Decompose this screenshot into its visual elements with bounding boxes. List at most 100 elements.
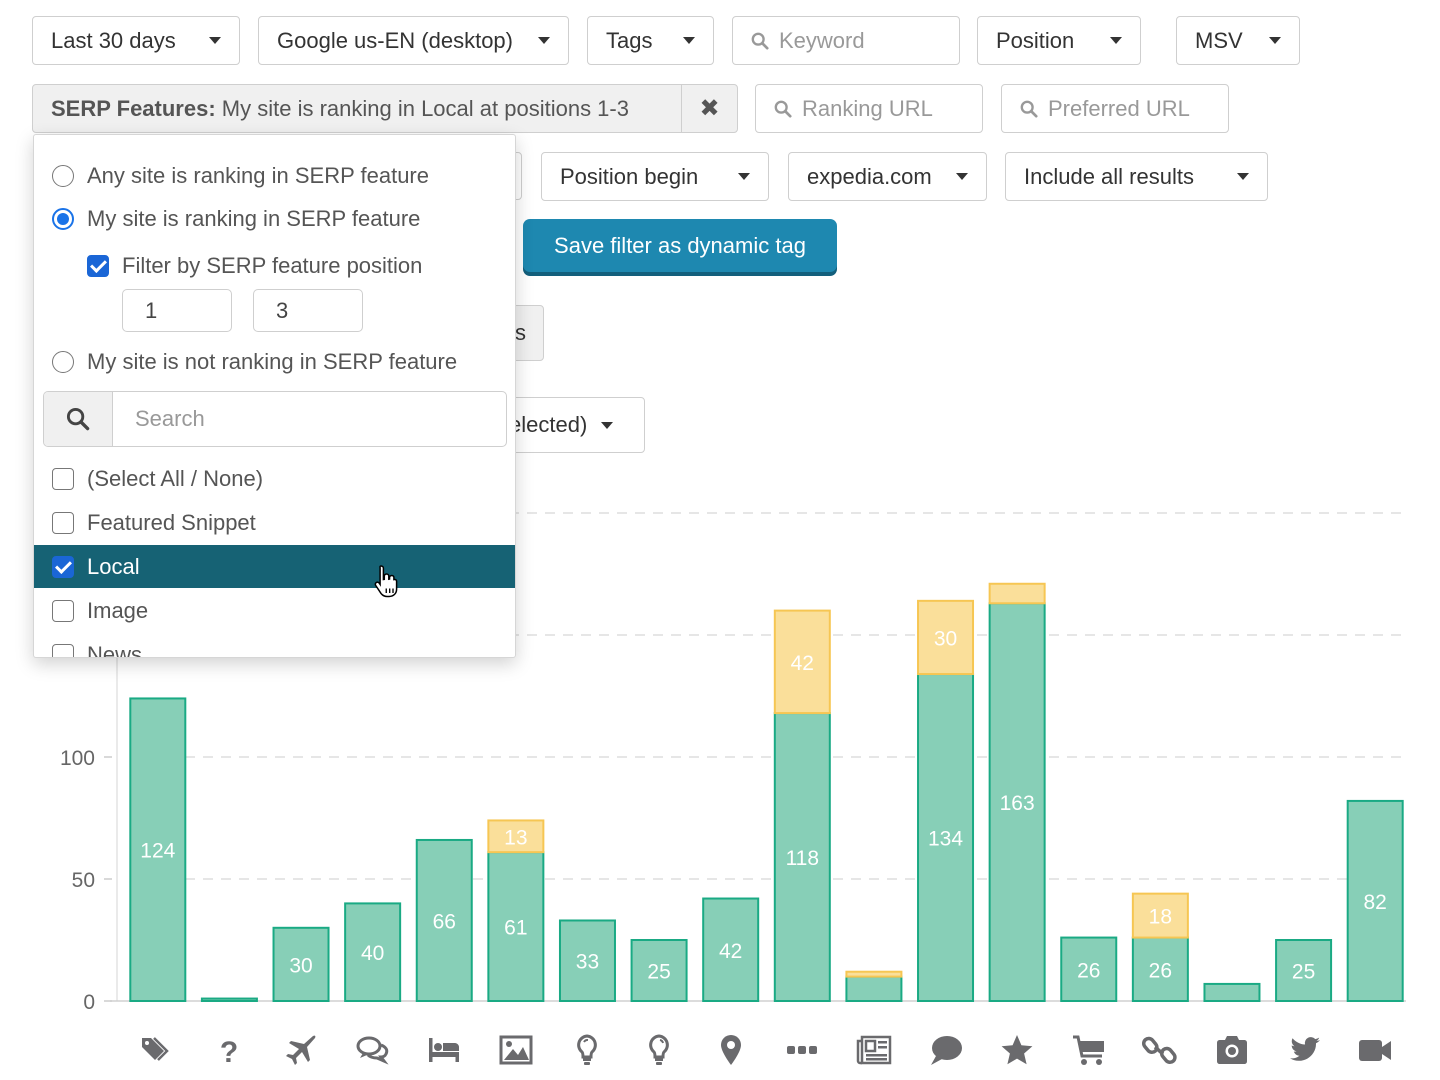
domain-dropdown[interactable]: expedia.com	[788, 152, 987, 201]
tags-dropdown[interactable]: Tags	[587, 16, 714, 65]
serp-feature-icon-row: ?	[0, 1028, 1440, 1072]
radio-button[interactable]	[52, 165, 74, 187]
search-icon	[1020, 100, 1038, 118]
list-item-label: Image	[87, 597, 149, 623]
search-icon	[774, 100, 792, 118]
radio-label: My site is ranking in SERP feature	[87, 206, 421, 231]
data-label: 25	[647, 961, 670, 984]
list-item-image[interactable]: Image	[34, 589, 515, 632]
radio-button[interactable]	[52, 351, 74, 373]
close-icon[interactable]: ✖	[681, 85, 737, 132]
list-item-select-all[interactable]: (Select All / None)	[34, 457, 515, 500]
image-icon[interactable]	[492, 1028, 540, 1072]
star-icon[interactable]	[993, 1028, 1041, 1072]
question-icon[interactable]: ?	[205, 1028, 253, 1072]
domain-label: expedia.com	[807, 163, 932, 189]
serp-features-filter-label: SERP Features:	[51, 95, 216, 121]
data-label: 18	[1149, 906, 1172, 929]
chevron-down-icon	[1269, 37, 1281, 44]
search-engine-label: Google us-EN (desktop)	[277, 27, 513, 53]
data-label: 13	[504, 826, 527, 849]
list-item-label: News	[87, 641, 143, 658]
radio-button[interactable]	[52, 208, 74, 230]
chevron-down-icon	[956, 173, 968, 180]
keyword-search-input[interactable]: Keyword	[732, 16, 960, 65]
lightbulb-outline-icon-glyph	[649, 1034, 669, 1065]
preferred-url-search-input[interactable]: Preferred URL	[1001, 84, 1229, 133]
bar-camera-base	[1203, 982, 1261, 1003]
list-item-label: Featured Snippet	[87, 509, 256, 535]
save-filter-as-dynamic-tag-button[interactable]: Save filter as dynamic tag	[523, 219, 837, 272]
position-to-input[interactable]: 3	[253, 289, 363, 332]
list-item-news[interactable]: News	[34, 633, 515, 658]
tags-icon[interactable]	[134, 1028, 182, 1072]
video-camera-icon[interactable]	[1351, 1028, 1399, 1072]
checkbox-label: Filter by SERP feature position	[122, 253, 423, 278]
tags-label: Tags	[606, 27, 653, 53]
ellipsis-icon-glyph	[787, 1046, 818, 1054]
comments-icon[interactable]	[349, 1028, 397, 1072]
checkbox[interactable]	[52, 467, 74, 490]
newspaper-icon[interactable]	[850, 1028, 898, 1072]
image-icon-glyph	[499, 1035, 533, 1065]
ranking-url-search-input[interactable]: Ranking URL	[755, 84, 983, 133]
lightbulb-icon[interactable]	[563, 1028, 611, 1072]
list-item-local[interactable]: Local	[34, 545, 515, 588]
hand-pointer-cursor-icon	[374, 565, 398, 598]
msv-dropdown[interactable]: MSV	[1176, 16, 1300, 65]
radio-my-site-ranking[interactable]: My site is ranking in SERP feature	[52, 206, 420, 232]
radio-label: Any site is ranking in SERP feature	[87, 163, 429, 188]
data-label: 30	[934, 627, 957, 650]
lightbulb-icon-glyph	[577, 1034, 598, 1065]
twitter-icon-glyph	[1289, 1037, 1320, 1061]
data-label: 42	[719, 940, 742, 963]
position-begin-label: Position begin	[560, 163, 699, 189]
date-range-dropdown[interactable]: Last 30 days	[32, 16, 240, 65]
position-dropdown[interactable]: Position	[977, 16, 1141, 65]
lightbulb-outline-icon[interactable]	[635, 1028, 683, 1072]
list-item-label: (Select All / None)	[87, 465, 264, 491]
plane-icon[interactable]	[277, 1028, 325, 1072]
shopping-cart-icon[interactable]	[1065, 1028, 1113, 1072]
position-from-input[interactable]: 1	[122, 289, 232, 332]
radio-my-site-not-ranking[interactable]: My site is not ranking in SERP feature	[52, 349, 457, 375]
bed-icon-glyph	[429, 1038, 460, 1062]
data-label: 26	[1077, 959, 1100, 982]
radio-label: My site is not ranking in SERP feature	[87, 349, 458, 374]
link-icon-glyph	[1142, 1036, 1178, 1065]
plane-icon-glyph	[286, 1035, 316, 1065]
serp-feature-search[interactable]: Search	[43, 391, 507, 447]
bar-news-extra	[845, 970, 903, 978]
radio-any-site[interactable]: Any site is ranking in SERP feature	[52, 163, 429, 189]
data-label: 134	[928, 828, 963, 851]
map-marker-icon[interactable]	[707, 1028, 755, 1072]
data-label: 40	[361, 942, 384, 965]
serp-feature-search-input[interactable]: Search	[113, 392, 506, 446]
keyword-placeholder: Keyword	[779, 27, 865, 53]
checkbox[interactable]	[52, 643, 74, 657]
checkbox[interactable]	[52, 555, 74, 578]
search-engine-dropdown[interactable]: Google us-EN (desktop)	[258, 16, 569, 65]
video-camera-icon-glyph	[1359, 1040, 1392, 1061]
bed-icon[interactable]	[420, 1028, 468, 1072]
checkbox[interactable]	[87, 255, 109, 277]
include-results-dropdown[interactable]: Include all results	[1005, 152, 1268, 201]
list-item-featured-snippet[interactable]: Featured Snippet	[34, 501, 515, 544]
filter-by-position-checkbox[interactable]: Filter by SERP feature position	[87, 253, 422, 279]
twitter-icon[interactable]	[1280, 1028, 1328, 1072]
serp-features-filter-pill[interactable]: SERP Features: My site is ranking in Loc…	[32, 84, 738, 133]
data-label: 82	[1364, 891, 1387, 914]
ellipsis-icon[interactable]	[778, 1028, 826, 1072]
checkbox[interactable]	[52, 599, 74, 622]
checkbox[interactable]	[52, 511, 74, 534]
bar-star-rating-extra	[988, 582, 1046, 605]
link-icon[interactable]	[1136, 1028, 1184, 1072]
tags-icon-glyph	[141, 1037, 169, 1061]
speech-bubble-icon[interactable]	[922, 1028, 970, 1072]
chevron-down-icon	[601, 421, 614, 429]
position-begin-dropdown[interactable]: Position begin	[541, 152, 769, 201]
camera-icon[interactable]	[1208, 1028, 1256, 1072]
include-results-label: Include all results	[1024, 163, 1194, 189]
camera-icon-glyph	[1216, 1036, 1247, 1064]
data-label: 26	[1149, 959, 1172, 982]
